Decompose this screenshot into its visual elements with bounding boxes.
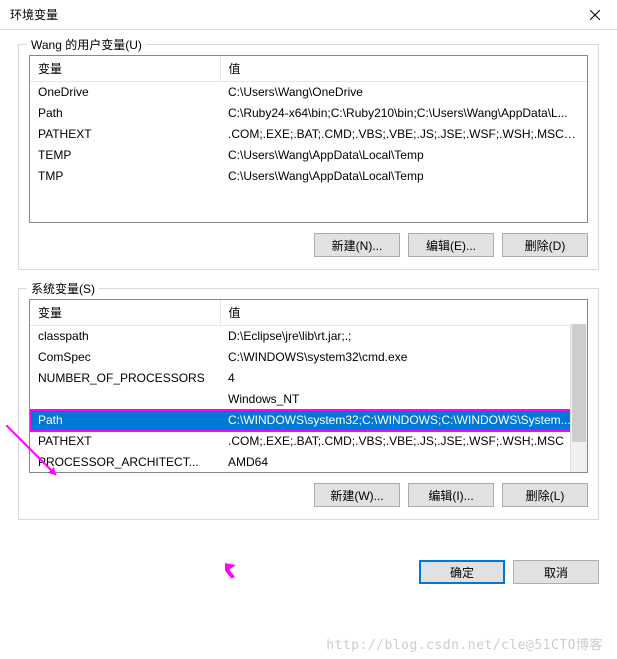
- column-header-value[interactable]: 值: [220, 300, 587, 326]
- cell-value: 4: [220, 368, 587, 389]
- cell-value: C:\Users\Wang\AppData\Local\Temp: [220, 145, 587, 166]
- table-row[interactable]: OneDriveC:\Users\Wang\OneDrive: [30, 82, 587, 103]
- system-variables-group: 系统变量(S) 变量 值 classpathD:\Eclipse\jre\lib…: [18, 288, 599, 520]
- close-icon: [590, 10, 600, 20]
- cancel-button[interactable]: 取消: [513, 560, 599, 584]
- system-variables-table[interactable]: 变量 值 classpathD:\Eclipse\jre\lib\rt.jar;…: [29, 299, 588, 473]
- cell-value: C:\Ruby24-x64\bin;C:\Ruby210\bin;C:\User…: [220, 103, 587, 124]
- user-edit-button[interactable]: 编辑(E)...: [408, 233, 494, 257]
- cell-value: AMD64: [220, 452, 587, 473]
- system-edit-button[interactable]: 编辑(I)...: [408, 483, 494, 507]
- cell-value: Windows_NT: [220, 389, 587, 410]
- table-row[interactable]: Windows_NT: [30, 389, 587, 410]
- cell-name: classpath: [30, 326, 220, 347]
- scrollbar-thumb[interactable]: [572, 324, 586, 442]
- cell-name: TMP: [30, 166, 220, 187]
- table-row[interactable]: classpathD:\Eclipse\jre\lib\rt.jar;.;: [30, 326, 587, 347]
- cell-name: Path: [30, 103, 220, 124]
- table-row[interactable]: PROCESSOR_ARCHITECT...AMD64: [30, 452, 587, 473]
- watermark-text: http://blog.csdn.net/cle@51CTO博客: [326, 634, 603, 653]
- cell-value: C:\Users\Wang\AppData\Local\Temp: [220, 166, 587, 187]
- cell-name: ComSpec: [30, 347, 220, 368]
- table-row[interactable]: ComSpecC:\WINDOWS\system32\cmd.exe: [30, 347, 587, 368]
- user-delete-button[interactable]: 删除(D): [502, 233, 588, 257]
- titlebar: 环境变量: [0, 0, 617, 30]
- cell-value: D:\Eclipse\jre\lib\rt.jar;.;: [220, 326, 587, 347]
- cell-name: PATHEXT: [30, 431, 220, 452]
- cell-name: Path: [30, 410, 220, 431]
- column-header-name[interactable]: 变量: [30, 300, 220, 326]
- user-new-button[interactable]: 新建(N)...: [314, 233, 400, 257]
- cell-name: NUMBER_OF_PROCESSORS: [30, 368, 220, 389]
- table-row[interactable]: PATHEXT.COM;.EXE;.BAT;.CMD;.VBS;.VBE;.JS…: [30, 124, 587, 145]
- column-header-name[interactable]: 变量: [30, 56, 220, 82]
- cell-name: OneDrive: [30, 82, 220, 103]
- system-new-button[interactable]: 新建(W)...: [314, 483, 400, 507]
- cell-value: C:\WINDOWS\system32\cmd.exe: [220, 347, 587, 368]
- cell-value: .COM;.EXE;.BAT;.CMD;.VBS;.VBE;.JS;.JSE;.…: [220, 431, 587, 452]
- cell-value: C:\Users\Wang\OneDrive: [220, 82, 587, 103]
- user-variables-table[interactable]: 变量 值 OneDriveC:\Users\Wang\OneDrive Path…: [29, 55, 588, 223]
- window-title: 环境变量: [10, 6, 58, 23]
- user-variables-group: Wang 的用户变量(U) 变量 值 OneDriveC:\Users\Wang…: [18, 44, 599, 270]
- user-variables-legend: Wang 的用户变量(U): [27, 36, 146, 53]
- close-button[interactable]: [572, 0, 617, 30]
- table-row[interactable]: PathC:\Ruby24-x64\bin;C:\Ruby210\bin;C:\…: [30, 103, 587, 124]
- system-delete-button[interactable]: 删除(L): [502, 483, 588, 507]
- cell-name: PATHEXT: [30, 124, 220, 145]
- cell-value: .COM;.EXE;.BAT;.CMD;.VBS;.VBE;.JS;.JSE;.…: [220, 124, 587, 145]
- table-row[interactable]: PATHEXT.COM;.EXE;.BAT;.CMD;.VBS;.VBE;.JS…: [30, 431, 587, 452]
- scrollbar[interactable]: [570, 324, 587, 472]
- cell-name: PROCESSOR_ARCHITECT...: [30, 452, 220, 473]
- cell-name: [30, 389, 220, 410]
- table-row-selected[interactable]: PathC:\WINDOWS\system32;C:\WINDOWS;C:\WI…: [30, 410, 587, 431]
- ok-button[interactable]: 确定: [419, 560, 505, 584]
- table-row[interactable]: NUMBER_OF_PROCESSORS4: [30, 368, 587, 389]
- table-row[interactable]: TEMPC:\Users\Wang\AppData\Local\Temp: [30, 145, 587, 166]
- cell-name: TEMP: [30, 145, 220, 166]
- cell-value: C:\WINDOWS\system32;C:\WINDOWS;C:\WINDOW…: [220, 410, 587, 431]
- column-header-value[interactable]: 值: [220, 56, 587, 82]
- table-row[interactable]: TMPC:\Users\Wang\AppData\Local\Temp: [30, 166, 587, 187]
- system-variables-legend: 系统变量(S): [27, 280, 99, 297]
